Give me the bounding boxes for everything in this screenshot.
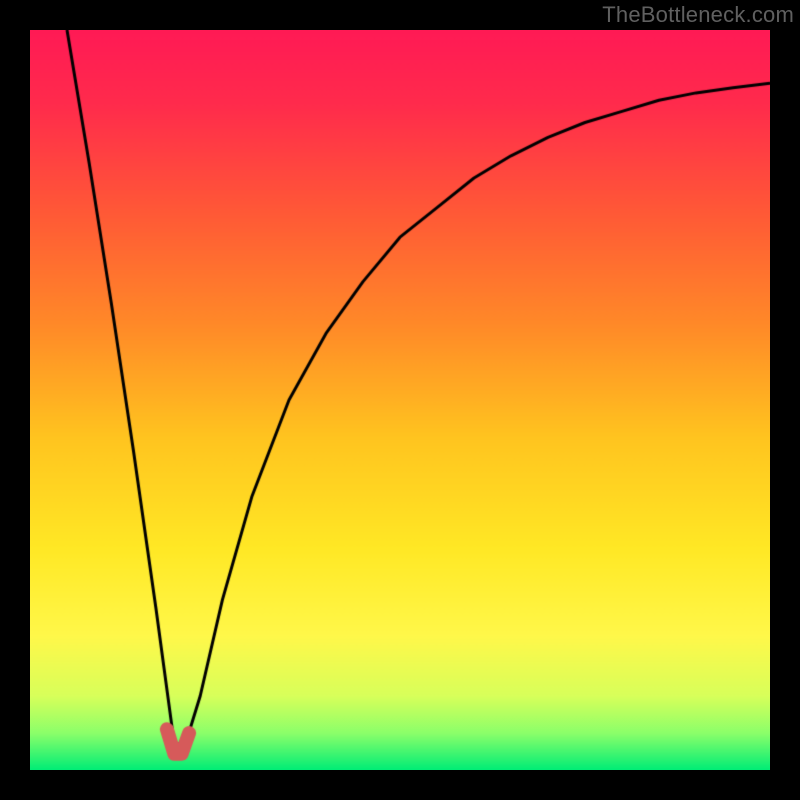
watermark-text: TheBottleneck.com — [602, 2, 794, 28]
plot-area — [30, 30, 770, 770]
bottleneck-curve — [30, 30, 770, 770]
chart-frame: TheBottleneck.com — [0, 0, 800, 800]
